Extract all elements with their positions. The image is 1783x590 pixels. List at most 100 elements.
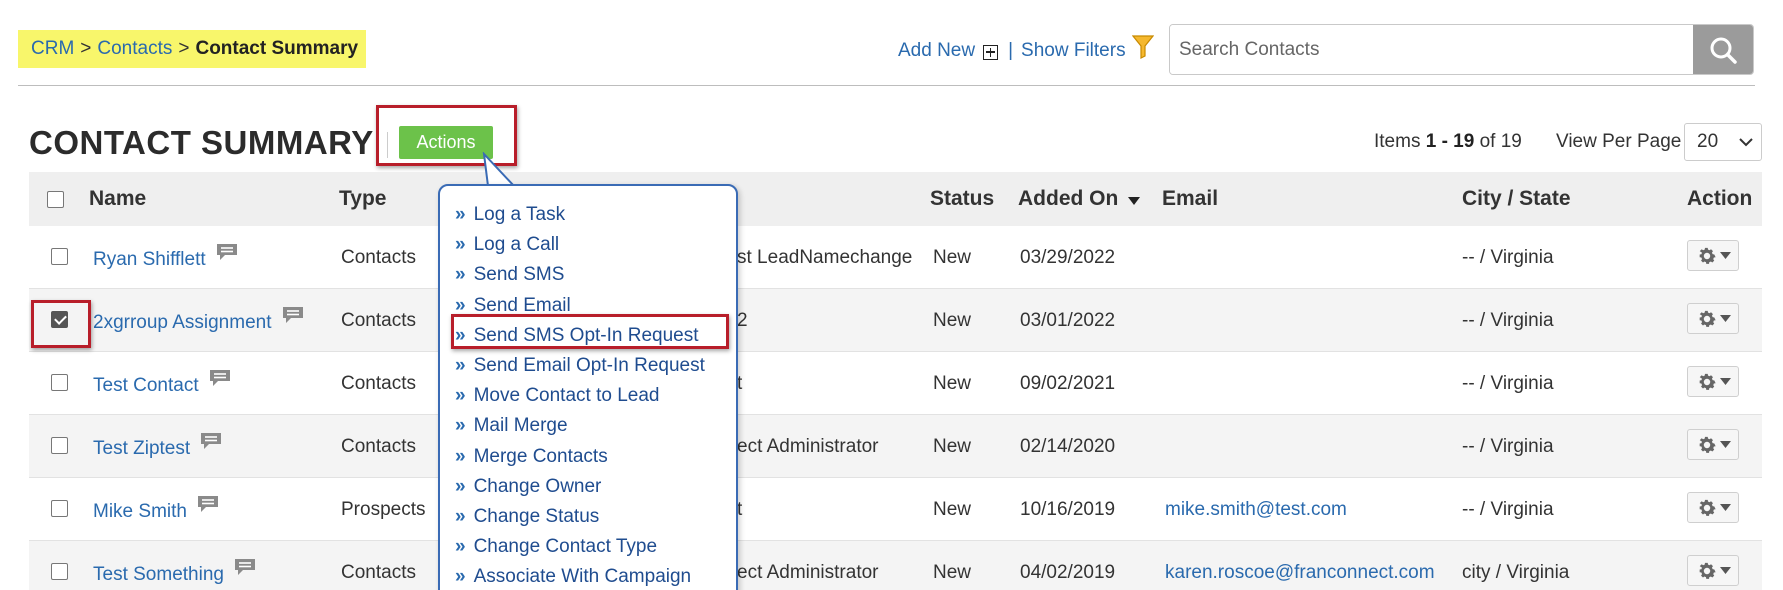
show-filters-link[interactable]: Show Filters <box>1021 40 1126 62</box>
actions-menu-item[interactable]: » Change Owner <box>455 476 601 498</box>
contact-name-cell: Mike Smith <box>93 496 219 523</box>
row-action-button[interactable] <box>1687 303 1739 334</box>
double-chevron-icon: » <box>455 355 466 376</box>
select-all-checkbox[interactable] <box>47 191 64 208</box>
gear-icon <box>1696 560 1718 582</box>
table-row: Test Ziptest Contacts ect Administrator New… <box>29 415 1762 478</box>
column-header-city-state[interactable]: City / State <box>1462 187 1571 211</box>
row-checkbox[interactable] <box>51 374 68 391</box>
view-per-page-select[interactable]: 20 <box>1684 123 1762 161</box>
row-action-button[interactable] <box>1687 555 1739 586</box>
contact-name-link[interactable]: Test Contact <box>93 375 199 396</box>
breadcrumb-crm-link[interactable]: CRM <box>31 38 74 60</box>
magnifier-icon <box>1710 37 1737 64</box>
double-chevron-icon: » <box>455 566 466 588</box>
caret-down-icon <box>1719 252 1731 259</box>
column-header-type[interactable]: Type <box>339 187 386 211</box>
status-cell: New <box>933 247 972 268</box>
email-link[interactable]: karen.roscoe@franconnect.com <box>1165 562 1435 584</box>
added-on-cell: 09/02/2021 <box>1020 373 1116 394</box>
city-state-cell: -- / Virginia <box>1462 310 1554 331</box>
comment-icon[interactable] <box>234 558 256 582</box>
column-header-status[interactable]: Status <box>930 187 994 211</box>
search-input[interactable] <box>1170 25 1693 74</box>
table-row: Mike Smith Prospects t New 10/16/2019 mike.sm… <box>29 478 1762 541</box>
double-chevron-icon: » <box>455 204 466 225</box>
email-link[interactable]: mike.smith@test.com <box>1165 499 1347 521</box>
actions-menu-item[interactable]: » Send SMS <box>455 264 564 286</box>
double-chevron-icon: » <box>455 475 466 497</box>
contact-name-link[interactable]: 2xgrroup Assignment <box>93 312 272 333</box>
items-prefix: Items <box>1374 131 1421 152</box>
row-action-button[interactable] <box>1687 429 1739 460</box>
added-on-cell: 10/16/2019 <box>1020 499 1116 520</box>
row-action-button[interactable] <box>1687 240 1739 271</box>
comment-icon[interactable] <box>282 306 304 330</box>
column-header-added-on[interactable]: Added On <box>1018 187 1141 211</box>
actions-menu-item[interactable]: » Associate With Campaign <box>455 566 691 588</box>
comment-icon[interactable] <box>200 432 222 456</box>
contact-type-cell: Contacts <box>341 373 416 394</box>
row-action-button[interactable] <box>1687 492 1739 523</box>
comment-icon[interactable] <box>209 369 231 393</box>
actions-menu-item[interactable]: » Change Status <box>455 506 599 528</box>
contact-name-cell: 2xgrroup Assignment <box>93 307 304 334</box>
actions-menu-item-label: Send SMS <box>473 264 565 286</box>
row-action-button[interactable] <box>1687 366 1739 397</box>
city-state-cell: -- / Virginia <box>1462 247 1554 268</box>
contact-name-link[interactable]: Mike Smith <box>93 501 187 522</box>
row-checkbox[interactable] <box>51 248 68 265</box>
link-separator: | <box>1008 40 1014 61</box>
owner-cell-partial: ect Administrator <box>737 562 879 583</box>
status-cell: New <box>933 562 972 583</box>
comment-icon[interactable] <box>197 495 219 519</box>
added-on-cell: 04/02/2019 <box>1020 562 1116 583</box>
actions-menu-item[interactable]: » Log a Task <box>455 204 565 226</box>
plus-box-icon[interactable] <box>983 44 999 60</box>
owner-cell-partial: 2 <box>737 310 748 331</box>
search-button[interactable] <box>1693 25 1753 74</box>
actions-menu-item[interactable]: » Change Contact Type <box>455 536 657 558</box>
double-chevron-icon: » <box>455 385 466 407</box>
table-row: 2xgrroup Assignment Contacts 2 New 03/01/202… <box>29 289 1762 352</box>
actions-menu-item[interactable]: » Merge Contacts <box>455 446 608 468</box>
row-checkbox[interactable] <box>51 563 68 580</box>
column-header-email[interactable]: Email <box>1162 187 1218 211</box>
column-header-name[interactable]: Name <box>89 187 146 211</box>
caret-down-icon <box>1719 504 1731 511</box>
items-total: of 19 <box>1479 131 1522 152</box>
gear-icon <box>1696 245 1718 267</box>
actions-menu-item[interactable]: » Move Contact to Lead <box>455 385 659 407</box>
breadcrumb-contacts-link[interactable]: Contacts <box>97 38 172 60</box>
double-chevron-icon: » <box>455 234 466 256</box>
contact-name-link[interactable]: Test Ziptest <box>93 438 190 459</box>
row-checkbox[interactable] <box>51 437 68 454</box>
row-checkbox[interactable] <box>51 500 68 517</box>
funnel-icon[interactable] <box>1131 34 1154 60</box>
owner-cell-partial: ect Administrator <box>737 436 879 457</box>
status-cell: New <box>933 310 972 331</box>
items-count: Items 1 - 19 of 19 <box>1374 131 1522 153</box>
add-new-link[interactable]: Add New <box>898 40 975 62</box>
contact-name-link[interactable]: Test Something <box>93 564 224 585</box>
actions-menu-item[interactable]: » Log a Call <box>455 234 559 256</box>
double-chevron-icon: » <box>455 264 466 286</box>
city-state-cell: city / Virginia <box>1462 562 1570 583</box>
chevron-down-icon <box>1739 138 1753 147</box>
actions-menu-item-label: Move Contact to Lead <box>473 385 660 407</box>
checkbox-highlight-box <box>31 300 91 348</box>
table-header: Name Type Status Added On Email City / S… <box>29 172 1762 226</box>
actions-menu-item-label: Log a Task <box>473 204 566 225</box>
page-title: CONTACT SUMMARY <box>29 124 374 161</box>
comment-icon[interactable] <box>216 243 238 267</box>
search-box <box>1169 24 1754 75</box>
actions-menu-item[interactable]: » Mail Merge <box>455 415 568 437</box>
actions-menu-item-label: Change Contact Type <box>473 536 658 558</box>
sms-optin-highlight-box <box>451 314 729 349</box>
status-cell: New <box>933 436 972 457</box>
status-cell: New <box>933 373 972 394</box>
table-row: Ryan Shifflett Contacts st LeadNamechange N… <box>29 226 1762 289</box>
contact-name-link[interactable]: Ryan Shifflett <box>93 249 206 270</box>
actions-menu-item[interactable]: » Send Email Opt-In Request <box>455 355 705 377</box>
double-chevron-icon: » <box>455 445 466 467</box>
